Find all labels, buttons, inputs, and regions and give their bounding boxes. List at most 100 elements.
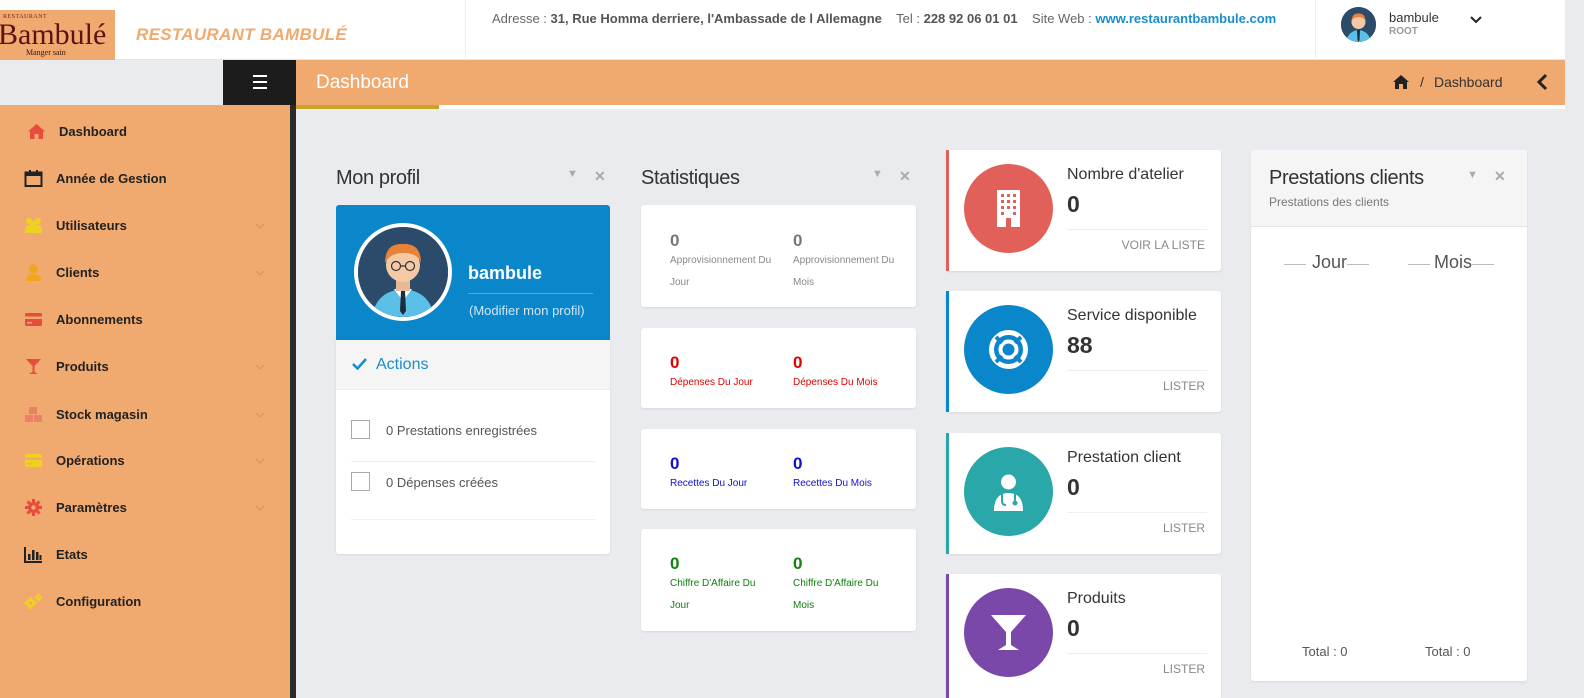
collapse-icon[interactable]: ▼ bbox=[872, 168, 883, 180]
logo-text: Bambulé bbox=[0, 18, 107, 51]
brand-name: RESTAURANT BAMBULÉ bbox=[136, 25, 347, 44]
credit-card-icon bbox=[25, 313, 42, 326]
lister-link[interactable]: LISTER bbox=[1163, 521, 1205, 535]
stat-value: 0 bbox=[793, 353, 803, 372]
chevron-down-icon bbox=[255, 458, 265, 465]
divider bbox=[1067, 512, 1207, 513]
info-box-value: 88 bbox=[1067, 332, 1093, 358]
avatar[interactable] bbox=[354, 223, 452, 321]
profile-name: bambule bbox=[468, 263, 543, 283]
sidebar-item-label: Année de Gestion bbox=[56, 171, 167, 186]
sidebar-toggle-button[interactable] bbox=[223, 60, 296, 105]
stat-value: 0 bbox=[793, 554, 803, 573]
task-checkbox[interactable] bbox=[351, 472, 370, 491]
info-box-value: 0 bbox=[1067, 191, 1080, 217]
edit-profile-link[interactable]: (Modifier mon profil) bbox=[469, 303, 585, 318]
bar-chart-icon bbox=[24, 547, 42, 563]
contact-info: Adresse : 31, Rue Homma derriere, l'Amba… bbox=[492, 11, 1276, 26]
info-box-icon bbox=[964, 447, 1053, 536]
sidebar-item-label: Paramètres bbox=[56, 500, 127, 515]
stat-label: Approvisionnement Du Jour bbox=[670, 255, 772, 288]
chevron-down-icon bbox=[255, 412, 265, 419]
stat-label: Chiffre D'Affaire Du Mois bbox=[793, 578, 879, 611]
sidebar-border bbox=[290, 105, 296, 698]
life-ring-icon bbox=[989, 330, 1028, 369]
titlebar-accent bbox=[296, 105, 439, 109]
chevron-left-icon[interactable] bbox=[1536, 73, 1550, 91]
info-box-value: 0 bbox=[1067, 474, 1080, 500]
breadcrumb-separator: / bbox=[1420, 74, 1424, 90]
sidebar-item-parametres[interactable]: Paramètres bbox=[0, 485, 290, 529]
sidebar-item-utilisateurs[interactable]: Utilisateurs bbox=[0, 203, 290, 247]
tel-label: Tel : bbox=[896, 11, 920, 26]
info-box-accent bbox=[946, 433, 949, 554]
stat-label: Approvisionnement Du Mois bbox=[793, 255, 895, 288]
sidebar-item-dashboard[interactable]: Dashboard bbox=[0, 109, 290, 153]
stat-label: Dépenses Du Mois bbox=[793, 377, 878, 388]
sidebar-item-label: Produits bbox=[56, 359, 109, 374]
chevron-down-icon bbox=[255, 223, 265, 230]
chevron-down-icon[interactable] bbox=[1468, 12, 1484, 28]
info-box-icon bbox=[964, 588, 1053, 677]
cogs-icon bbox=[24, 593, 43, 609]
site-link[interactable]: www.restaurantbambule.com bbox=[1095, 11, 1276, 26]
stats-panel-title: Statistiques bbox=[641, 167, 740, 189]
task-label: 0 Dépenses créées bbox=[386, 475, 499, 490]
menu-icon bbox=[253, 75, 267, 93]
sidebar-item-abonnements[interactable]: Abonnements bbox=[0, 297, 290, 341]
stat-value: 0 bbox=[793, 454, 803, 473]
home-icon[interactable] bbox=[1392, 74, 1410, 90]
sidebar-item-label: Clients bbox=[56, 265, 100, 280]
lister-link[interactable]: LISTER bbox=[1163, 662, 1205, 676]
address-value: 31, Rue Homma derriere, l'Ambassade de l… bbox=[550, 11, 882, 26]
header-divider bbox=[1315, 0, 1316, 60]
header-divider bbox=[465, 0, 466, 60]
sidebar-item-stock-magasin[interactable]: Stock magasin bbox=[0, 392, 290, 436]
stat-label: Dépenses Du Jour bbox=[670, 377, 753, 388]
stat-value: 0 bbox=[670, 353, 680, 372]
close-icon[interactable]: ✕ bbox=[594, 168, 606, 185]
stat-card-chiffre-affaire: 0 Chiffre D'Affaire Du Jour 0 Chiffre D'… bbox=[641, 529, 916, 631]
top-header: RESTAURANT Bambulé Manger sain RESTAURAN… bbox=[0, 0, 1565, 60]
collapse-icon[interactable]: ▼ bbox=[567, 168, 578, 180]
user-avatar[interactable] bbox=[1341, 7, 1376, 42]
user-name[interactable]: bambule bbox=[1389, 10, 1439, 25]
task-checkbox[interactable] bbox=[351, 420, 370, 439]
divider bbox=[1284, 264, 1306, 265]
chevron-down-icon bbox=[255, 364, 265, 371]
collapse-icon[interactable]: ▼ bbox=[1467, 169, 1478, 181]
stat-card-recettes: 0 Recettes Du Jour 0 Recettes Du Mois bbox=[641, 429, 916, 509]
info-box-accent bbox=[946, 291, 949, 412]
stat-value: 0 bbox=[670, 554, 680, 573]
sidebar-item-annee-gestion[interactable]: Année de Gestion bbox=[0, 156, 290, 200]
user-doctor-icon bbox=[994, 474, 1023, 511]
breadcrumb: Dashboard bbox=[1434, 74, 1503, 90]
close-icon[interactable]: ✕ bbox=[899, 168, 911, 185]
sidebar-item-operations[interactable]: Opérations bbox=[0, 438, 290, 482]
user-icon bbox=[26, 264, 41, 281]
divider bbox=[1067, 370, 1207, 371]
sidebar-item-label: Abonnements bbox=[56, 312, 143, 327]
sidebar-item-configuration[interactable]: Configuration bbox=[0, 579, 290, 623]
voir-la-liste-link[interactable]: VOIR LA LISTE bbox=[1122, 238, 1205, 252]
actions-bar[interactable]: Actions bbox=[336, 340, 610, 390]
info-box-title: Nombre d'atelier bbox=[1067, 166, 1184, 183]
column-mois: Mois bbox=[1434, 252, 1473, 272]
site-label: Site Web : bbox=[1032, 11, 1092, 26]
divider bbox=[1408, 264, 1430, 265]
lister-link[interactable]: LISTER bbox=[1163, 379, 1205, 393]
tel-value: 228 92 06 01 01 bbox=[923, 11, 1018, 26]
sidebar-item-etats[interactable]: Etats bbox=[0, 532, 290, 576]
logo[interactable]: RESTAURANT Bambulé Manger sain bbox=[0, 10, 115, 60]
info-box-service: Service disponible 88 LISTER bbox=[946, 291, 1221, 412]
sidebar-item-label: Configuration bbox=[56, 594, 142, 609]
page-title: Dashboard bbox=[316, 72, 409, 93]
cocktail-icon bbox=[991, 615, 1026, 650]
sidebar-item-label: Dashboard bbox=[59, 124, 127, 139]
sidebar-item-clients[interactable]: Clients bbox=[0, 250, 290, 294]
prestations-subtitle: Prestations des clients bbox=[1269, 195, 1390, 209]
close-icon[interactable]: ✕ bbox=[1494, 168, 1506, 185]
task-label: 0 Prestations enregistrées bbox=[386, 423, 538, 438]
info-box-title: Service disponible bbox=[1067, 307, 1197, 324]
sidebar-item-produits[interactable]: Produits bbox=[0, 344, 290, 388]
